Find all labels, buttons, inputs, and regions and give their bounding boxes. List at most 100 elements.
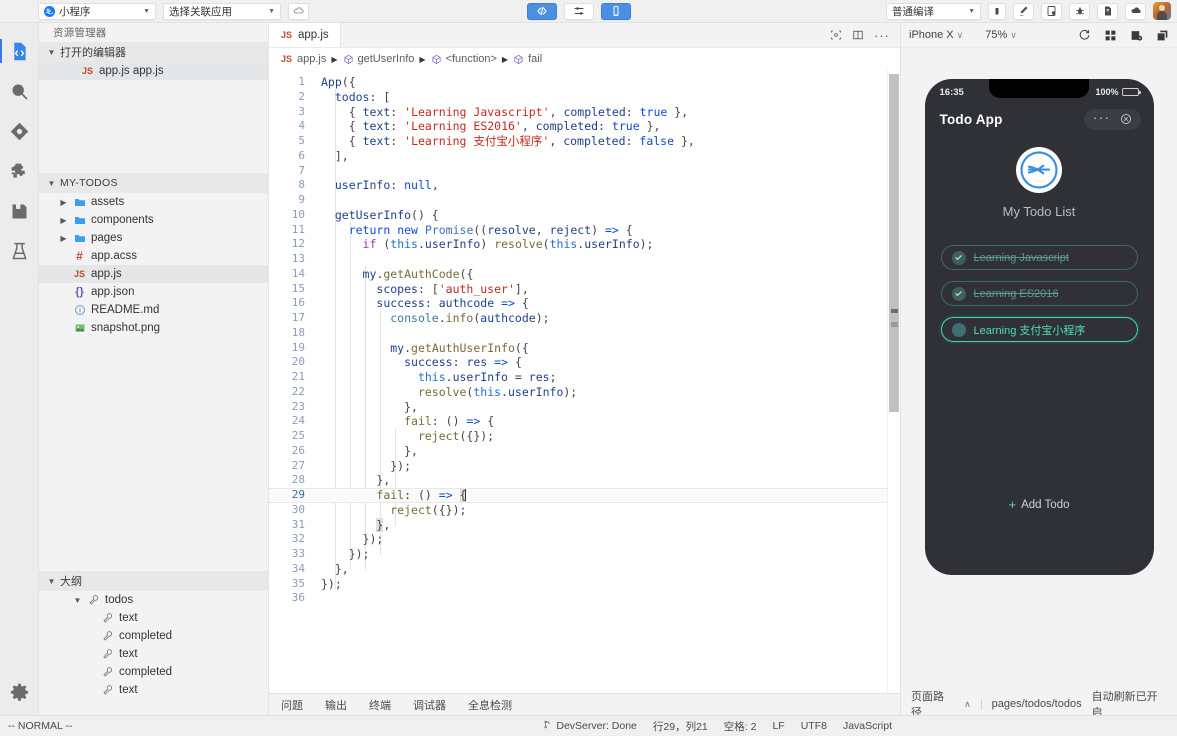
outline-item-text[interactable]: text <box>39 645 268 663</box>
debug-button[interactable] <box>1069 2 1090 20</box>
tree-item-snapshot[interactable]: snapshot.png <box>39 319 268 337</box>
panel-tab-problems[interactable]: 问题 <box>281 697 303 713</box>
user-avatar[interactable] <box>1153 2 1171 20</box>
tree-item-assets[interactable]: ▶ assets <box>39 193 268 211</box>
eol-setting[interactable]: LF <box>772 720 784 732</box>
layout-icon[interactable] <box>852 29 864 41</box>
panel-tab-debugger[interactable]: 调试器 <box>413 697 446 713</box>
tree-item-app-js[interactable]: JS app.js <box>39 265 268 283</box>
list-item[interactable]: JS app.js app.js <box>39 62 268 80</box>
plus-icon: + <box>1008 497 1017 512</box>
add-todo-label: Add Todo <box>1021 498 1070 511</box>
battery-percent: 100% <box>1095 87 1119 97</box>
code-line: 4 { text: 'Learning ES2016', completed: … <box>298 119 661 134</box>
stop-button[interactable] <box>988 2 1006 20</box>
outline-item-todos[interactable]: ▼ todos <box>39 591 268 609</box>
code-line: 10 getUserInfo() { <box>291 207 439 222</box>
tree-item-app-acss[interactable]: # app.acss <box>39 247 268 265</box>
breadcrumb-item-function[interactable]: <function> <box>431 53 497 65</box>
toggle-code-panel[interactable] <box>527 2 557 20</box>
cursor-position[interactable]: 行29，列21 <box>653 719 708 734</box>
app-type-label: 小程序 <box>59 5 91 18</box>
editor-tab-actions: ··· <box>820 23 900 47</box>
checkbox-unchecked-icon[interactable] <box>951 322 966 337</box>
tree-item-pages[interactable]: ▶ pages <box>39 229 268 247</box>
sidebar-item-settings[interactable] <box>0 669 39 715</box>
mini-program-content: My Todo List Learning Javascript Learnin… <box>925 133 1154 512</box>
panel-tab-output[interactable]: 输出 <box>325 697 347 713</box>
project-header[interactable]: ▼ MY-TODOS <box>39 173 268 193</box>
list-heading: My Todo List <box>1002 204 1076 219</box>
breadcrumb-item-getuserinfo[interactable]: getUserInfo <box>343 53 414 65</box>
app-type-select[interactable]: 小程序 ▼ <box>38 2 156 20</box>
tree-item-readme[interactable]: README.md <box>39 301 268 319</box>
multi-window-icon[interactable] <box>1156 29 1169 42</box>
editor-tabs: JS app.js ··· <box>269 23 900 48</box>
close-circle-icon[interactable] <box>1116 113 1136 125</box>
encoding-setting[interactable]: UTF8 <box>801 720 827 732</box>
tree-item-label: assets <box>91 196 125 208</box>
indent-setting[interactable]: 空格: 2 <box>724 719 757 734</box>
outline-item-text[interactable]: text <box>39 681 268 699</box>
language-mode[interactable]: JavaScript <box>843 720 892 732</box>
toggle-settings-panel[interactable] <box>564 2 594 20</box>
chevron-up-icon[interactable]: ∧ <box>964 699 971 710</box>
panel-tab-holographic[interactable]: 全息检测 <box>468 697 512 713</box>
todo-item[interactable]: Learning Javascript <box>940 245 1138 270</box>
toggle-simulator-panel[interactable] <box>601 2 631 20</box>
sidebar-item-explorer[interactable] <box>0 31 39 71</box>
breadcrumb-item-fail[interactable]: fail <box>513 53 542 65</box>
panel-tab-terminal[interactable]: 终端 <box>369 697 391 713</box>
tree-item-label: app.js <box>91 268 122 280</box>
related-app-select[interactable]: 选择关联应用 ▼ <box>163 2 281 20</box>
editor-scrollbar[interactable] <box>887 70 900 693</box>
zoom-select[interactable]: 75% ∨ <box>985 29 1017 41</box>
tab-app-js[interactable]: JS app.js <box>269 23 341 47</box>
device-select[interactable]: iPhone X ∨ <box>909 29 963 41</box>
clear-cache-button[interactable] <box>1013 2 1034 20</box>
breadcrumb-label: fail <box>528 53 543 65</box>
tree-item-app-json[interactable]: {} app.json <box>39 283 268 301</box>
sidebar-item-test[interactable] <box>0 231 39 271</box>
code-content[interactable]: 1 App({2 todos: [3 { text: 'Learning Java… <box>269 70 887 606</box>
tree-item-components[interactable]: ▶ components <box>39 211 268 229</box>
devserver-status[interactable]: DevServer: Done <box>543 719 637 733</box>
sidebar-item-source-control[interactable] <box>0 111 39 151</box>
sidebar-item-search[interactable] <box>0 71 39 111</box>
cloud-button[interactable] <box>288 2 309 20</box>
outline-item-completed[interactable]: completed <box>39 627 268 645</box>
tree-item-label: README.md <box>91 304 160 316</box>
sidebar-item-extensions[interactable] <box>0 151 39 191</box>
todo-item[interactable]: Learning 支付宝小程序 <box>940 317 1138 342</box>
page-path-value[interactable]: pages/todos/todos <box>992 698 1082 710</box>
split-editor-icon[interactable] <box>830 29 842 41</box>
open-editors-header[interactable]: ▼ 打开的编辑器 <box>39 42 268 62</box>
todo-item[interactable]: Learning ES2016 <box>940 281 1138 306</box>
property-icon <box>87 594 100 606</box>
code-line: 20 success: res => { <box>291 355 522 370</box>
search-icon <box>9 81 30 102</box>
docs-button[interactable] <box>1097 2 1118 20</box>
more-actions-icon[interactable]: ··· <box>874 29 890 42</box>
outline-item-text[interactable]: text <box>39 609 268 627</box>
grid-icon[interactable] <box>1104 29 1117 42</box>
sidebar-item-save-all[interactable] <box>0 191 39 231</box>
toolbar-right-group: 普通编译 ▼ <box>886 2 1171 20</box>
debug-bug-icon <box>1074 5 1086 17</box>
screenshot-icon[interactable] <box>1130 29 1143 42</box>
more-actions-icon[interactable]: ··· <box>1089 111 1116 128</box>
breadcrumb-item-file[interactable]: JS app.js <box>280 53 326 65</box>
outline-item-completed[interactable]: completed <box>39 663 268 681</box>
phone-time: 16:35 <box>939 86 964 98</box>
checkbox-checked-icon[interactable] <box>951 286 966 301</box>
upload-button[interactable] <box>1125 2 1146 20</box>
outline-header[interactable]: ▼ 大纲 <box>39 571 268 591</box>
code-brackets-icon <box>536 5 548 17</box>
add-todo-button[interactable]: + Add Todo <box>925 497 1154 512</box>
scrollbar-thumb[interactable] <box>889 74 899 412</box>
checkbox-checked-icon[interactable] <box>951 250 966 265</box>
refresh-icon[interactable] <box>1078 29 1091 42</box>
compile-mode-select[interactable]: 普通编译 ▼ <box>886 2 981 20</box>
code-editor[interactable]: 1 App({2 todos: [3 { text: 'Learning Java… <box>269 70 900 693</box>
preview-button[interactable] <box>1041 2 1062 20</box>
